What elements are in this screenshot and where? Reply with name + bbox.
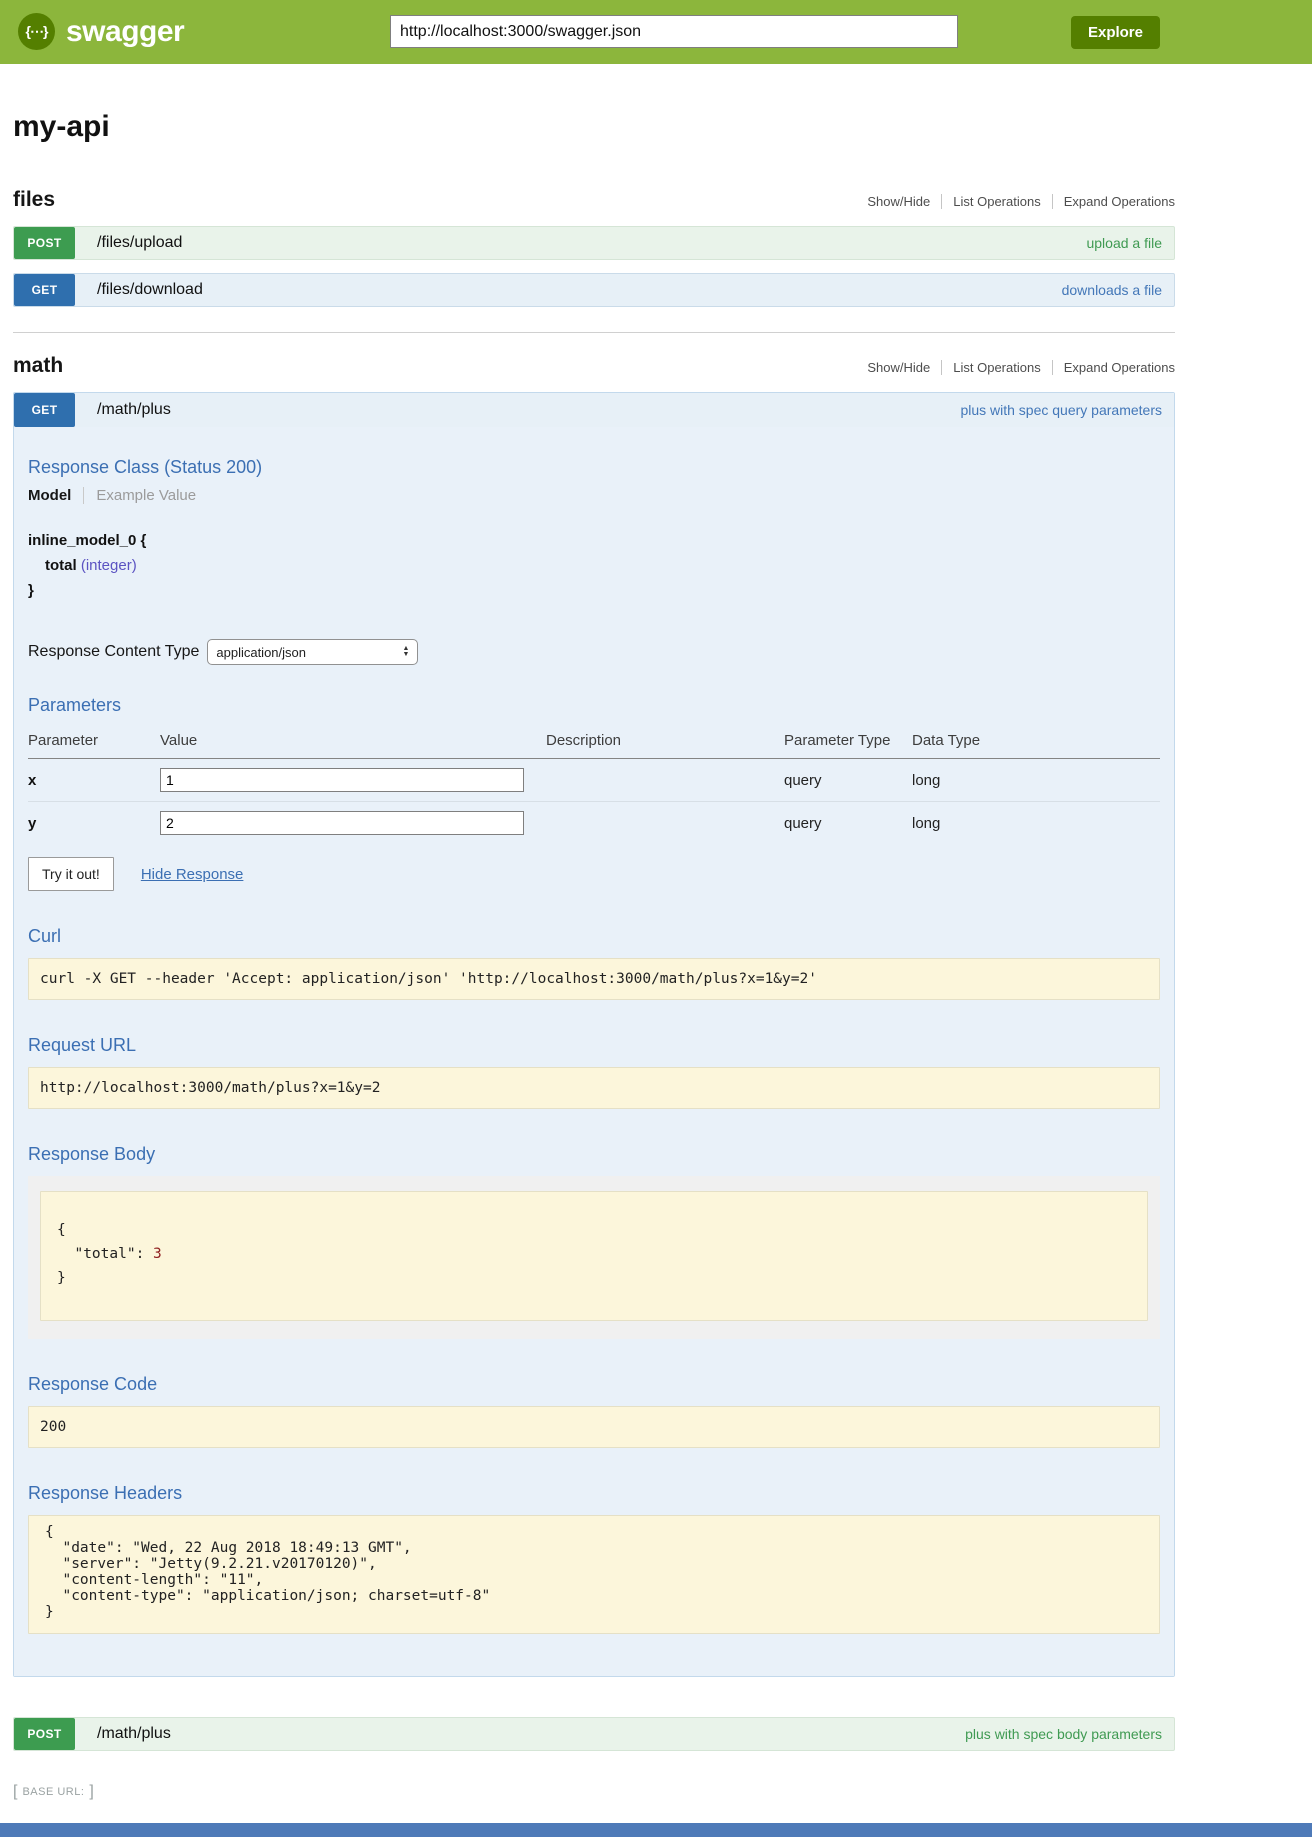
json-value: 3: [153, 1246, 162, 1262]
col-parameter: Parameter: [28, 726, 160, 759]
base-url-footer: [ BASE URL: ]: [13, 1783, 1175, 1801]
response-content-type-row: Response Content Type application/json ▲…: [28, 639, 1160, 665]
table-row-param-x: x query long: [28, 759, 1160, 802]
footer-bracket-open: [: [13, 1783, 17, 1801]
operation-get-files-download[interactable]: GET /files/download downloads a file: [13, 273, 1175, 307]
response-headers-heading: Response Headers: [28, 1483, 1160, 1504]
response-headers-block: { "date": "Wed, 22 Aug 2018 18:49:13 GMT…: [28, 1515, 1160, 1634]
property-type: (integer): [81, 557, 137, 574]
swagger-braces-icon: {⋯}: [18, 13, 55, 50]
operation-path[interactable]: /math/plus: [97, 401, 171, 419]
get-method-badge: GET: [14, 274, 75, 306]
operation-path[interactable]: /files/download: [97, 281, 203, 299]
operation-post-files-upload[interactable]: POST /files/upload upload a file: [13, 226, 1175, 260]
top-bar: {⋯} swagger Explore: [0, 0, 1312, 64]
param-type: query: [784, 802, 912, 845]
operation-path[interactable]: /files/upload: [97, 234, 182, 252]
math-section-controls: Show/Hide List Operations Expand Operati…: [856, 360, 1175, 375]
math-section-header: math Show/Hide List Operations Expand Op…: [13, 354, 1175, 378]
list-operations-link[interactable]: List Operations: [941, 360, 1051, 375]
hide-response-link[interactable]: Hide Response: [141, 866, 244, 883]
curl-heading: Curl: [28, 926, 1160, 947]
operation-summary[interactable]: plus with spec body parameters: [965, 1726, 1162, 1742]
parameters-heading: Parameters: [28, 695, 1160, 716]
files-section-header: files Show/Hide List Operations Expand O…: [13, 188, 1175, 212]
param-description: [546, 802, 784, 845]
files-section-title: files: [13, 188, 55, 212]
col-parameter-type: Parameter Type: [784, 726, 912, 759]
explore-button[interactable]: Explore: [1071, 16, 1160, 49]
curl-command-block: curl -X GET --header 'Accept: applicatio…: [28, 958, 1160, 1000]
model-close-brace: }: [28, 578, 1160, 603]
parameters-header-row: Parameter Value Description Parameter Ty…: [28, 726, 1160, 759]
list-operations-link[interactable]: List Operations: [941, 194, 1051, 209]
param-x-value-input[interactable]: [160, 768, 524, 792]
footer-bracket-close: ]: [89, 1783, 93, 1801]
response-code-heading: Response Code: [28, 1374, 1160, 1395]
model-tabs: Model Example Value: [28, 487, 1160, 504]
files-section-controls: Show/Hide List Operations Expand Operati…: [856, 194, 1175, 209]
math-section-title: math: [13, 354, 63, 378]
operation-post-math-plus[interactable]: POST /math/plus plus with spec body para…: [13, 1717, 1175, 1751]
json-close-brace: }: [57, 1266, 1131, 1290]
show-hide-link[interactable]: Show/Hide: [856, 194, 941, 209]
col-description: Description: [546, 726, 784, 759]
request-url-block: http://localhost:3000/math/plus?x=1&y=2: [28, 1067, 1160, 1109]
param-name: y: [28, 802, 160, 845]
operation-get-math-plus-panel: GET /math/plus plus with spec query para…: [13, 392, 1175, 1677]
section-divider: [13, 332, 1175, 333]
tab-example-value[interactable]: Example Value: [83, 487, 196, 504]
col-data-type: Data Type: [912, 726, 1160, 759]
response-code-block: 200: [28, 1406, 1160, 1448]
operation-summary[interactable]: upload a file: [1086, 235, 1162, 251]
param-type: query: [784, 759, 912, 802]
json-open-brace: {: [57, 1218, 1131, 1242]
operation-get-math-plus[interactable]: GET /math/plus plus with spec query para…: [14, 393, 1174, 427]
table-row-param-y: y query long: [28, 802, 1160, 845]
spec-url-input[interactable]: [390, 15, 958, 48]
bottom-strip: [0, 1823, 1312, 1837]
operation-summary[interactable]: plus with spec query parameters: [960, 402, 1162, 418]
json-total-line: "total": 3: [57, 1242, 1131, 1266]
expand-operations-link[interactable]: Expand Operations: [1052, 194, 1175, 209]
post-method-badge: POST: [14, 1718, 75, 1750]
swagger-logo: {⋯} swagger: [18, 13, 184, 50]
response-content-type-label: Response Content Type: [28, 643, 199, 661]
show-hide-link[interactable]: Show/Hide: [856, 360, 941, 375]
param-data-type: long: [912, 802, 1160, 845]
model-signature: inline_model_0 { total (integer) }: [28, 528, 1160, 603]
param-name: x: [28, 759, 160, 802]
param-data-type: long: [912, 759, 1160, 802]
try-actions: Try it out! Hide Response: [28, 857, 1160, 891]
parameters-table: Parameter Value Description Parameter Ty…: [28, 726, 1160, 844]
try-it-out-button[interactable]: Try it out!: [28, 857, 114, 891]
brand-name: swagger: [66, 15, 184, 49]
post-method-badge: POST: [14, 227, 75, 259]
select-arrows-icon: ▲▼: [402, 646, 409, 658]
response-body-heading: Response Body: [28, 1144, 1160, 1165]
get-method-badge: GET: [14, 393, 75, 427]
response-content-type-select[interactable]: application/json ▲▼: [207, 639, 418, 665]
col-value: Value: [160, 726, 546, 759]
operation-summary[interactable]: downloads a file: [1062, 282, 1162, 298]
main-content: my-api files Show/Hide List Operations E…: [13, 110, 1175, 1801]
property-name: total: [45, 557, 77, 574]
tab-model[interactable]: Model: [28, 487, 83, 504]
param-y-value-input[interactable]: [160, 811, 524, 835]
request-url-heading: Request URL: [28, 1035, 1160, 1056]
response-class-heading: Response Class (Status 200): [28, 457, 1160, 478]
model-property: total (integer): [45, 553, 1160, 578]
param-description: [546, 759, 784, 802]
operation-detail: Response Class (Status 200) Model Exampl…: [14, 427, 1174, 1676]
response-body-block: { "total": 3}: [40, 1191, 1148, 1321]
model-name: inline_model_0 {: [28, 528, 1160, 553]
response-body-wrapper: { "total": 3}: [28, 1176, 1160, 1339]
json-key: "total":: [57, 1246, 153, 1262]
base-url-label: BASE URL:: [22, 1786, 84, 1798]
selected-content-type: application/json: [216, 645, 306, 660]
api-title: my-api: [13, 110, 1175, 144]
expand-operations-link[interactable]: Expand Operations: [1052, 360, 1175, 375]
